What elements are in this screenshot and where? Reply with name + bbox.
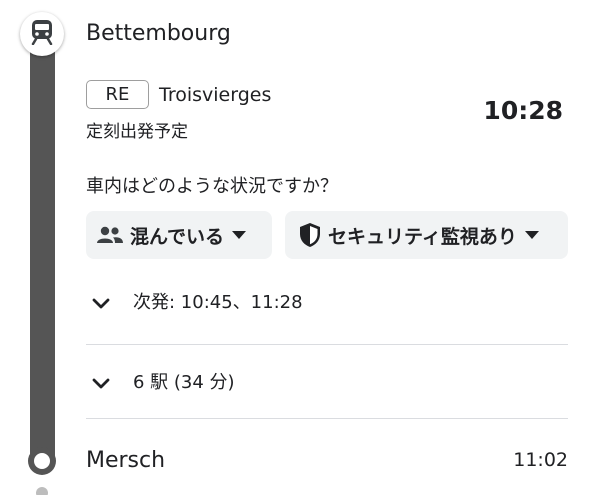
train-destination: Troisvierges (159, 84, 272, 106)
arrival-station: Mersch (86, 448, 166, 473)
departure-status: 定刻出発予定 (86, 122, 188, 142)
crowded-chip[interactable]: 混んでいる (86, 211, 272, 259)
departure-station: Bettembourg (86, 21, 231, 46)
stops-expander[interactable]: 6 駅 (34 分) (86, 367, 568, 399)
next-departures-expander[interactable]: 次発: 10:45、11:28 (86, 287, 568, 319)
stops-summary-label: 6 駅 (34 分) (133, 372, 235, 393)
security-chip[interactable]: セキュリティ監視あり (285, 211, 568, 259)
crowding-question: 車内はどのような状況ですか？ (86, 176, 338, 197)
dropdown-caret-icon (232, 231, 247, 239)
departure-time: 10:28 (483, 96, 563, 125)
next-segment-marker (36, 487, 48, 495)
arrival-stop-marker (28, 447, 56, 475)
next-departures-label: 次発: 10:45、11:28 (133, 292, 303, 313)
train-icon (30, 19, 54, 49)
divider (86, 418, 568, 419)
shield-icon (298, 222, 322, 248)
divider (86, 344, 568, 345)
dropdown-caret-icon (524, 231, 539, 239)
chevron-down-icon (86, 378, 120, 389)
arrival-time: 11:02 (513, 449, 568, 471)
train-type-badge: RE (86, 80, 149, 109)
chevron-down-icon (86, 298, 120, 309)
security-chip-label: セキュリティ監視あり (328, 225, 517, 248)
train-stop-marker (20, 12, 64, 56)
people-icon (96, 225, 124, 245)
crowded-chip-label: 混んでいる (130, 225, 225, 248)
route-line (30, 44, 55, 460)
